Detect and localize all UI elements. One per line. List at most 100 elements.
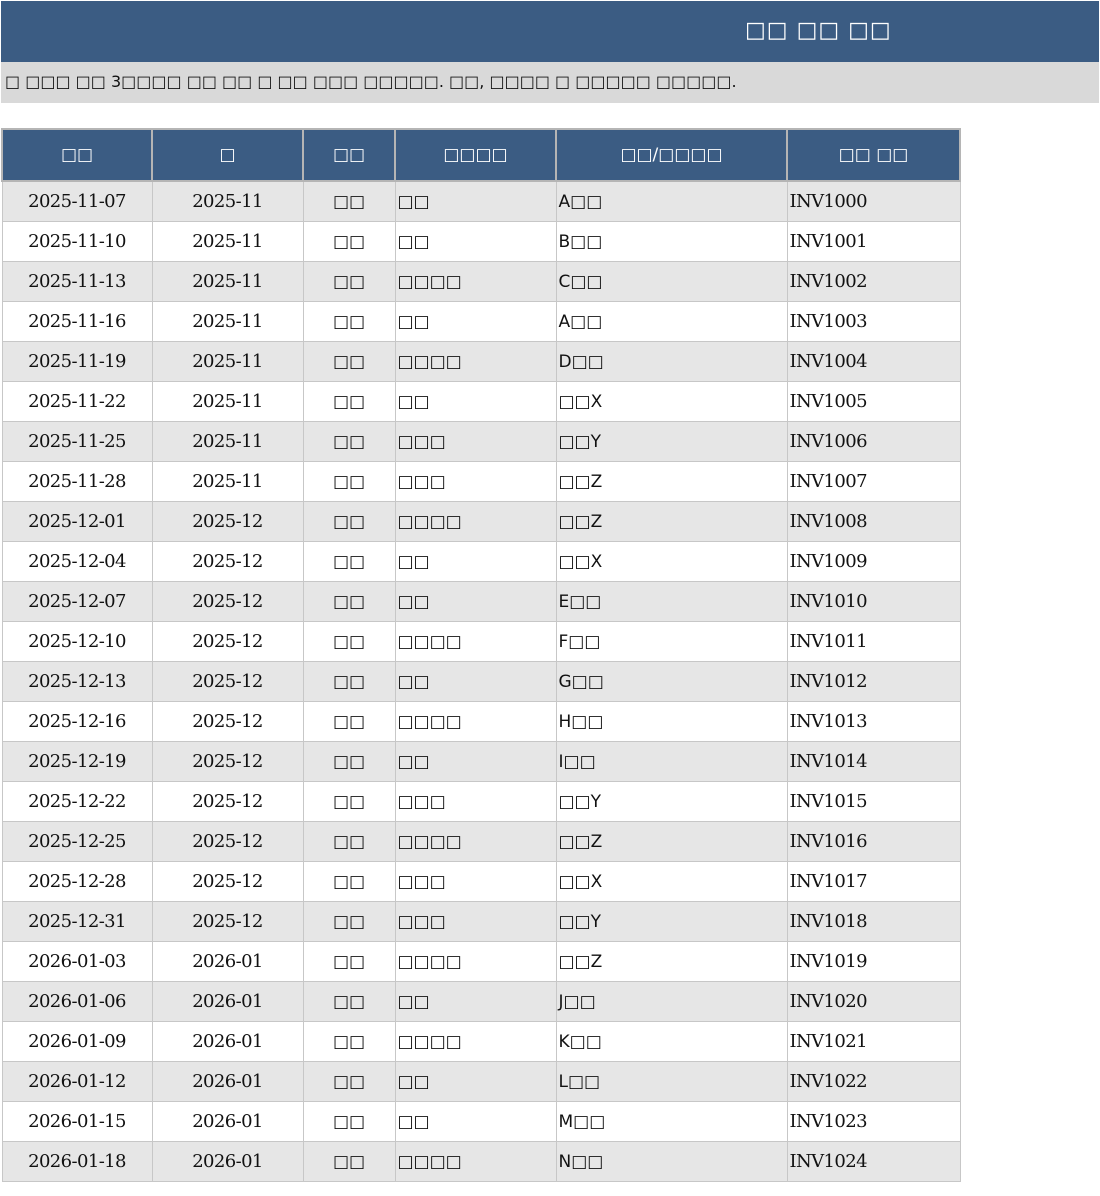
column-header-invoice[interactable]: □□ □□ xyxy=(786,128,961,182)
cell-month: 2026-01 xyxy=(151,1101,304,1142)
table-row[interactable]: 2025-11-28 2025-11 □□ □□□ □□Z INV1007 xyxy=(1,461,961,502)
cell-date: 2025-11-19 xyxy=(1,341,153,382)
cell-category: □□□ xyxy=(394,861,557,902)
cell-date: 2025-12-28 xyxy=(1,861,153,902)
cell-category: □□ xyxy=(394,741,557,782)
table-row[interactable]: 2025-11-10 2025-11 □□ □□ B□□ INV1001 xyxy=(1,221,961,262)
cell-month: 2025-12 xyxy=(151,821,304,862)
cell-invoice: INV1012 xyxy=(786,661,961,702)
table-row[interactable]: 2026-01-03 2026-01 □□ □□□□ □□Z INV1019 xyxy=(1,941,961,982)
cell-category: □□ xyxy=(394,1101,557,1142)
cell-date: 2025-11-07 xyxy=(1,180,153,222)
column-header-type[interactable]: □□ xyxy=(302,128,396,182)
table-row[interactable]: 2025-12-10 2025-12 □□ □□□□ F□□ INV1011 xyxy=(1,621,961,662)
table-row[interactable]: 2026-01-09 2026-01 □□ □□□□ K□□ INV1021 xyxy=(1,1021,961,1062)
table-row[interactable]: 2025-12-31 2025-12 □□ □□□ □□Y INV1018 xyxy=(1,901,961,942)
cell-category: □□□ xyxy=(394,421,557,462)
cell-category: □□ xyxy=(394,541,557,582)
cell-category: □□□□ xyxy=(394,941,557,982)
cell-category: □□□□ xyxy=(394,821,557,862)
cell-type: □□ xyxy=(302,781,396,822)
cell-month: 2025-11 xyxy=(151,341,304,382)
cell-date: 2026-01-12 xyxy=(1,1061,153,1102)
cell-date: 2025-12-01 xyxy=(1,501,153,542)
table-row[interactable]: 2026-01-15 2026-01 □□ □□ M□□ INV1023 xyxy=(1,1101,961,1142)
table-row[interactable]: 2026-01-12 2026-01 □□ □□ L□□ INV1022 xyxy=(1,1061,961,1102)
cell-category: □□□□ xyxy=(394,501,557,542)
table-row[interactable]: 2026-01-06 2026-01 □□ □□ J□□ INV1020 xyxy=(1,981,961,1022)
cell-type: □□ xyxy=(302,1061,396,1102)
cell-party: □□Z xyxy=(555,501,788,542)
cell-month: 2025-12 xyxy=(151,661,304,702)
cell-party: J□□ xyxy=(555,981,788,1022)
cell-date: 2025-11-28 xyxy=(1,461,153,502)
cell-invoice: INV1010 xyxy=(786,581,961,622)
cell-date: 2025-12-07 xyxy=(1,581,153,622)
cell-party: M□□ xyxy=(555,1101,788,1142)
cell-party: □□Y xyxy=(555,781,788,822)
cell-category: □□□□ xyxy=(394,1021,557,1062)
cell-category: □□□□ xyxy=(394,1141,557,1182)
cell-type: □□ xyxy=(302,221,396,262)
table-row[interactable]: 2025-11-13 2025-11 □□ □□□□ C□□ INV1002 xyxy=(1,261,961,302)
cell-month: 2026-01 xyxy=(151,981,304,1022)
cell-party: L□□ xyxy=(555,1061,788,1102)
cell-month: 2026-01 xyxy=(151,941,304,982)
cell-party: □□Z xyxy=(555,941,788,982)
cell-party: G□□ xyxy=(555,661,788,702)
cell-invoice: INV1006 xyxy=(786,421,961,462)
column-header-category[interactable]: □□□□ xyxy=(394,128,557,182)
cell-type: □□ xyxy=(302,261,396,302)
cell-date: 2025-11-25 xyxy=(1,421,153,462)
cell-invoice: INV1000 xyxy=(786,180,961,222)
cell-date: 2025-12-22 xyxy=(1,781,153,822)
table-row[interactable]: 2025-12-28 2025-12 □□ □□□ □□X INV1017 xyxy=(1,861,961,902)
table-row[interactable]: 2025-11-25 2025-11 □□ □□□ □□Y INV1006 xyxy=(1,421,961,462)
cell-category: □□ xyxy=(394,180,557,222)
cell-party: A□□ xyxy=(555,301,788,342)
cell-invoice: INV1023 xyxy=(786,1101,961,1142)
cell-month: 2025-12 xyxy=(151,501,304,542)
table-row[interactable]: 2025-11-16 2025-11 □□ □□ A□□ INV1003 xyxy=(1,301,961,342)
table-row[interactable]: 2025-11-07 2025-11 □□ □□ A□□ INV1000 xyxy=(1,180,961,222)
cell-category: □□□ xyxy=(394,461,557,502)
cell-date: 2025-12-16 xyxy=(1,701,153,742)
cell-party: □□Y xyxy=(555,901,788,942)
cell-month: 2025-11 xyxy=(151,221,304,262)
cell-invoice: INV1018 xyxy=(786,901,961,942)
table-row[interactable]: 2025-12-13 2025-12 □□ □□ G□□ INV1012 xyxy=(1,661,961,702)
cell-party: □□Z xyxy=(555,821,788,862)
cell-category: □□□□ xyxy=(394,341,557,382)
cell-party: □□X xyxy=(555,861,788,902)
cell-month: 2025-11 xyxy=(151,461,304,502)
cell-month: 2025-12 xyxy=(151,741,304,782)
table-row[interactable]: 2025-12-07 2025-12 □□ □□ E□□ INV1010 xyxy=(1,581,961,622)
cell-date: 2025-12-04 xyxy=(1,541,153,582)
column-header-month[interactable]: □ xyxy=(151,128,304,182)
table-row[interactable]: 2025-12-16 2025-12 □□ □□□□ H□□ INV1013 xyxy=(1,701,961,742)
cell-party: E□□ xyxy=(555,581,788,622)
table-row[interactable]: 2025-12-04 2025-12 □□ □□ □□X INV1009 xyxy=(1,541,961,582)
cell-party: □□X xyxy=(555,541,788,582)
cell-date: 2026-01-09 xyxy=(1,1021,153,1062)
table-row[interactable]: 2025-12-19 2025-12 □□ □□ I□□ INV1014 xyxy=(1,741,961,782)
table-row[interactable]: 2025-11-22 2025-11 □□ □□ □□X INV1005 xyxy=(1,381,961,422)
column-header-date[interactable]: □□ xyxy=(1,128,153,182)
cell-invoice: INV1016 xyxy=(786,821,961,862)
column-header-party[interactable]: □□/□□□□ xyxy=(555,128,788,182)
page-title: □□ □□ □□ xyxy=(745,18,892,43)
cell-date: 2025-11-22 xyxy=(1,381,153,422)
cell-date: 2026-01-06 xyxy=(1,981,153,1022)
cell-category: □□ xyxy=(394,1061,557,1102)
table-row[interactable]: 2025-11-19 2025-11 □□ □□□□ D□□ INV1004 xyxy=(1,341,961,382)
table-row[interactable]: 2025-12-01 2025-12 □□ □□□□ □□Z INV1008 xyxy=(1,501,961,542)
cell-category: □□□□ xyxy=(394,701,557,742)
cell-type: □□ xyxy=(302,861,396,902)
cell-party: B□□ xyxy=(555,221,788,262)
cell-invoice: INV1015 xyxy=(786,781,961,822)
table-row[interactable]: 2026-01-18 2026-01 □□ □□□□ N□□ INV1024 xyxy=(1,1141,961,1182)
table-row[interactable]: 2025-12-22 2025-12 □□ □□□ □□Y INV1015 xyxy=(1,781,961,822)
table-row[interactable]: 2025-12-25 2025-12 □□ □□□□ □□Z INV1016 xyxy=(1,821,961,862)
cell-party: I□□ xyxy=(555,741,788,782)
cell-invoice: INV1004 xyxy=(786,341,961,382)
